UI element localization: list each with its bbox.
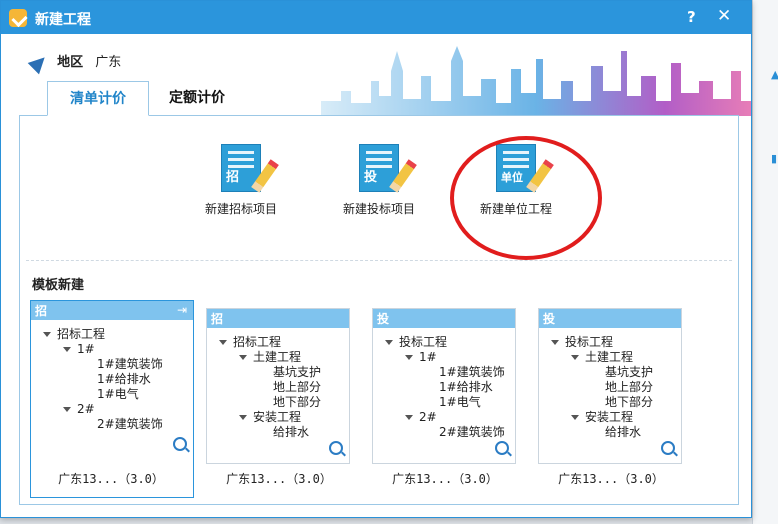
tree-node: 土建工程: [585, 350, 634, 364]
card-header: 招 ⇥: [31, 301, 193, 320]
dialog-title: 新建工程: [35, 12, 91, 28]
pencil-icon: [251, 159, 279, 193]
tree-node: 2#建筑装饰: [97, 417, 163, 431]
new-project-dialog: 新建工程 ? ✕ 地区 广东 清单计价 定额计价 招 新建招标项目 投 新建投标…: [0, 0, 752, 518]
expand-icon[interactable]: [219, 340, 227, 345]
card-header: 投: [539, 309, 681, 328]
new-tender-project-button[interactable]: 招 新建招标项目: [186, 144, 296, 217]
template-tree: 招标工程 1# 1#建筑装饰 1#给排水 1#电气 2# 2#建筑装饰: [43, 327, 163, 432]
help-button[interactable]: ?: [687, 8, 696, 26]
tree-node: 1#电气: [97, 387, 139, 401]
pencil-icon: [389, 159, 417, 193]
tree-node: 招标工程: [57, 327, 106, 341]
expand-icon[interactable]: [63, 347, 71, 352]
preview-search-icon[interactable]: [495, 441, 509, 455]
template-card[interactable]: 招 招标工程 土建工程 基坑支护 地上部分 地下部分 安装工程 给排水: [206, 308, 350, 464]
document-icon: 招: [221, 144, 279, 193]
tree-node: 1#建筑装饰: [439, 365, 505, 379]
tree-node: 安装工程: [253, 410, 302, 424]
template-section-title: 模板新建: [32, 278, 85, 293]
pencil-icon: [526, 159, 554, 193]
expand-icon[interactable]: [405, 355, 413, 360]
tree-node: 投标工程: [399, 335, 448, 349]
template-tree: 招标工程 土建工程 基坑支护 地上部分 地下部分 安装工程 给排水: [219, 335, 321, 440]
background-icon: ▮: [771, 152, 778, 165]
document-icon: 投: [359, 144, 417, 193]
expand-icon[interactable]: [571, 355, 579, 360]
action-label: 新建招标项目: [204, 202, 277, 216]
tree-node: 1#给排水: [97, 372, 151, 386]
template-footer: 广东13...（3.0）: [58, 472, 164, 486]
tree-node: 基坑支护: [273, 365, 322, 379]
preview-search-icon[interactable]: [329, 441, 343, 455]
action-label: 新建单位工程: [479, 202, 552, 216]
divider: [26, 260, 732, 261]
tree-node: 2#: [77, 402, 95, 416]
template-footer: 广东13...（3.0）: [226, 472, 332, 486]
template-footer: 广东13...（3.0）: [558, 472, 664, 486]
tree-node: 地上部分: [605, 380, 654, 394]
template-card[interactable]: 投 投标工程 1# 1#建筑装饰 1#给排水 1#电气 2# 2#建筑装饰: [372, 308, 516, 464]
card-tag: 投: [543, 312, 556, 326]
expand-icon[interactable]: [385, 340, 393, 345]
tab-quota-pricing[interactable]: 定额计价: [153, 81, 241, 116]
expand-icon[interactable]: [63, 407, 71, 412]
tab-content-panel: 招 新建招标项目 投 新建投标项目 单位 新建单位工程 模板新建 招 ⇥ 招标工…: [19, 115, 739, 505]
document-icon: 单位: [496, 144, 554, 193]
expand-icon[interactable]: [239, 355, 247, 360]
title-bar[interactable]: 新建工程 ? ✕: [1, 1, 751, 34]
tree-node: 1#电气: [439, 395, 481, 409]
new-unit-project-button[interactable]: 单位 新建单位工程: [461, 144, 571, 217]
tree-node: 1#建筑装饰: [97, 357, 163, 371]
tree-node: 安装工程: [585, 410, 634, 424]
tree-node: 土建工程: [253, 350, 302, 364]
region-selector[interactable]: 地区 广东: [27, 51, 121, 74]
close-button[interactable]: ✕: [717, 6, 731, 26]
region-value[interactable]: 广东: [95, 55, 121, 70]
expand-icon[interactable]: [571, 415, 579, 420]
card-header: 投: [373, 309, 515, 328]
template-tree: 投标工程 1# 1#建筑装饰 1#给排水 1#电气 2# 2#建筑装饰: [385, 335, 505, 440]
expand-icon[interactable]: [43, 332, 51, 337]
card-tag: 招: [211, 312, 224, 326]
pin-icon[interactable]: ⇥: [177, 303, 187, 317]
badge-text: 单位: [501, 171, 523, 184]
tab-bill-pricing[interactable]: 清单计价: [47, 81, 149, 116]
region-label: 地区: [57, 55, 84, 70]
tree-node: 地下部分: [605, 395, 654, 409]
location-arrow-icon: [27, 51, 51, 74]
preview-search-icon[interactable]: [661, 441, 675, 455]
template-tree: 投标工程 土建工程 基坑支护 地上部分 地下部分 安装工程 给排水: [551, 335, 653, 440]
tree-node: 给排水: [273, 425, 310, 439]
tree-node: 2#: [419, 410, 437, 424]
background-window: ▲ ▮: [752, 0, 778, 524]
tree-node: 1#: [77, 342, 95, 356]
tree-node: 1#: [419, 350, 437, 364]
card-header: 招: [207, 309, 349, 328]
template-card[interactable]: 招 ⇥ 招标工程 1# 1#建筑装饰 1#给排水 1#电气 2# 2#建筑装饰: [30, 300, 194, 498]
action-label: 新建投标项目: [342, 202, 415, 216]
tree-node: 2#建筑装饰: [439, 425, 505, 439]
badge-text: 投: [364, 170, 378, 185]
preview-search-icon[interactable]: [173, 437, 187, 451]
template-card[interactable]: 投 投标工程 土建工程 基坑支护 地上部分 地下部分 安装工程 给排水: [538, 308, 682, 464]
tree-node: 地下部分: [273, 395, 322, 409]
tree-node: 给排水: [605, 425, 642, 439]
tree-node: 基坑支护: [605, 365, 654, 379]
expand-icon[interactable]: [551, 340, 559, 345]
tree-node: 地上部分: [273, 380, 322, 394]
tree-node: 1#给排水: [439, 380, 493, 394]
new-bid-project-button[interactable]: 投 新建投标项目: [324, 144, 434, 217]
tree-node: 投标工程: [565, 335, 614, 349]
expand-icon[interactable]: [239, 415, 247, 420]
card-tag: 投: [377, 312, 390, 326]
expand-icon[interactable]: [405, 415, 413, 420]
app-icon: [9, 9, 27, 27]
background-icon: ▲: [771, 68, 778, 81]
city-skyline-banner: [321, 46, 751, 116]
template-footer: 广东13...（3.0）: [392, 472, 498, 486]
card-tag: 招: [35, 304, 48, 318]
badge-text: 招: [226, 170, 240, 185]
tree-node: 招标工程: [233, 335, 282, 349]
